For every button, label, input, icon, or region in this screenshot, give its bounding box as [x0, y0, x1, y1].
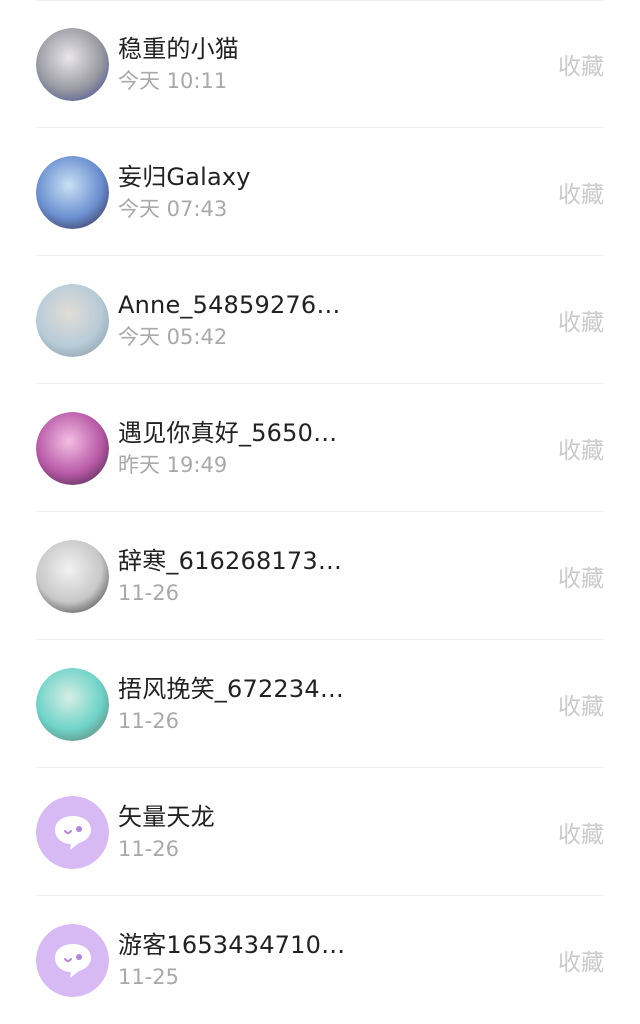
timestamp: 今天 10:11: [118, 69, 228, 93]
contact-name: Anne_54859276…: [118, 291, 341, 319]
list-item[interactable]: 遇见你真好_5650… 昨天 19:49 收藏: [0, 384, 640, 512]
avatar-photo: [36, 667, 109, 741]
favorite-button[interactable]: 收藏: [558, 175, 604, 209]
avatar-photo: [36, 539, 109, 613]
timestamp: 11-26: [118, 709, 180, 733]
default-avatar-icon: [36, 923, 109, 997]
avatar-photo: [36, 155, 109, 229]
favorite-button[interactable]: 收藏: [558, 47, 604, 81]
list-item[interactable]: 矢量天龙 11-26 收藏: [0, 768, 640, 896]
favorite-button[interactable]: 收藏: [558, 815, 604, 849]
favorite-button[interactable]: 收藏: [558, 431, 604, 465]
timestamp: 昨天 19:49: [118, 453, 228, 477]
avatar-photo: [36, 27, 109, 101]
list-item[interactable]: 妄归Galaxy 今天 07:43 收藏: [0, 128, 640, 256]
contact-name: 游客1653434710…: [118, 931, 346, 959]
avatar-photo: [36, 411, 109, 485]
avatar[interactable]: [36, 27, 109, 101]
timestamp: 今天 07:43: [118, 197, 228, 221]
contact-name: 辞寒_616268173…: [118, 547, 343, 575]
default-avatar-icon: [36, 795, 109, 869]
favorite-button[interactable]: 收藏: [558, 687, 604, 721]
list-item[interactable]: 辞寒_616268173… 11-26 收藏: [0, 512, 640, 640]
timestamp: 今天 05:42: [118, 325, 228, 349]
avatar[interactable]: [36, 667, 109, 741]
contact-name: 矢量天龙: [118, 803, 215, 831]
contact-name: 捂风挽笑_672234…: [118, 675, 345, 703]
avatar[interactable]: [36, 411, 109, 485]
avatar[interactable]: [36, 283, 109, 357]
avatar-photo: [36, 283, 109, 357]
avatar[interactable]: [36, 155, 109, 229]
contact-name: 遇见你真好_5650…: [118, 419, 338, 447]
list-item[interactable]: 游客1653434710… 11-25 收藏: [0, 896, 640, 1024]
timestamp: 11-25: [118, 965, 180, 989]
contact-name: 妄归Galaxy: [118, 163, 251, 191]
avatar[interactable]: [36, 539, 109, 613]
list-item[interactable]: 捂风挽笑_672234… 11-26 收藏: [0, 640, 640, 768]
timestamp: 11-26: [118, 581, 180, 605]
list-item[interactable]: 稳重的小猫 今天 10:11 收藏: [0, 0, 640, 128]
contact-name: 稳重的小猫: [118, 35, 239, 63]
favorite-button[interactable]: 收藏: [558, 943, 604, 977]
timestamp: 11-26: [118, 837, 180, 861]
favorite-button[interactable]: 收藏: [558, 303, 604, 337]
list-item[interactable]: Anne_54859276… 今天 05:42 收藏: [0, 256, 640, 384]
favorite-button[interactable]: 收藏: [558, 559, 604, 593]
contact-list: 稳重的小猫 今天 10:11 收藏 妄归Galaxy 今天 07:43 收藏 A…: [0, 0, 640, 1024]
avatar[interactable]: [36, 923, 109, 997]
avatar[interactable]: [36, 795, 109, 869]
